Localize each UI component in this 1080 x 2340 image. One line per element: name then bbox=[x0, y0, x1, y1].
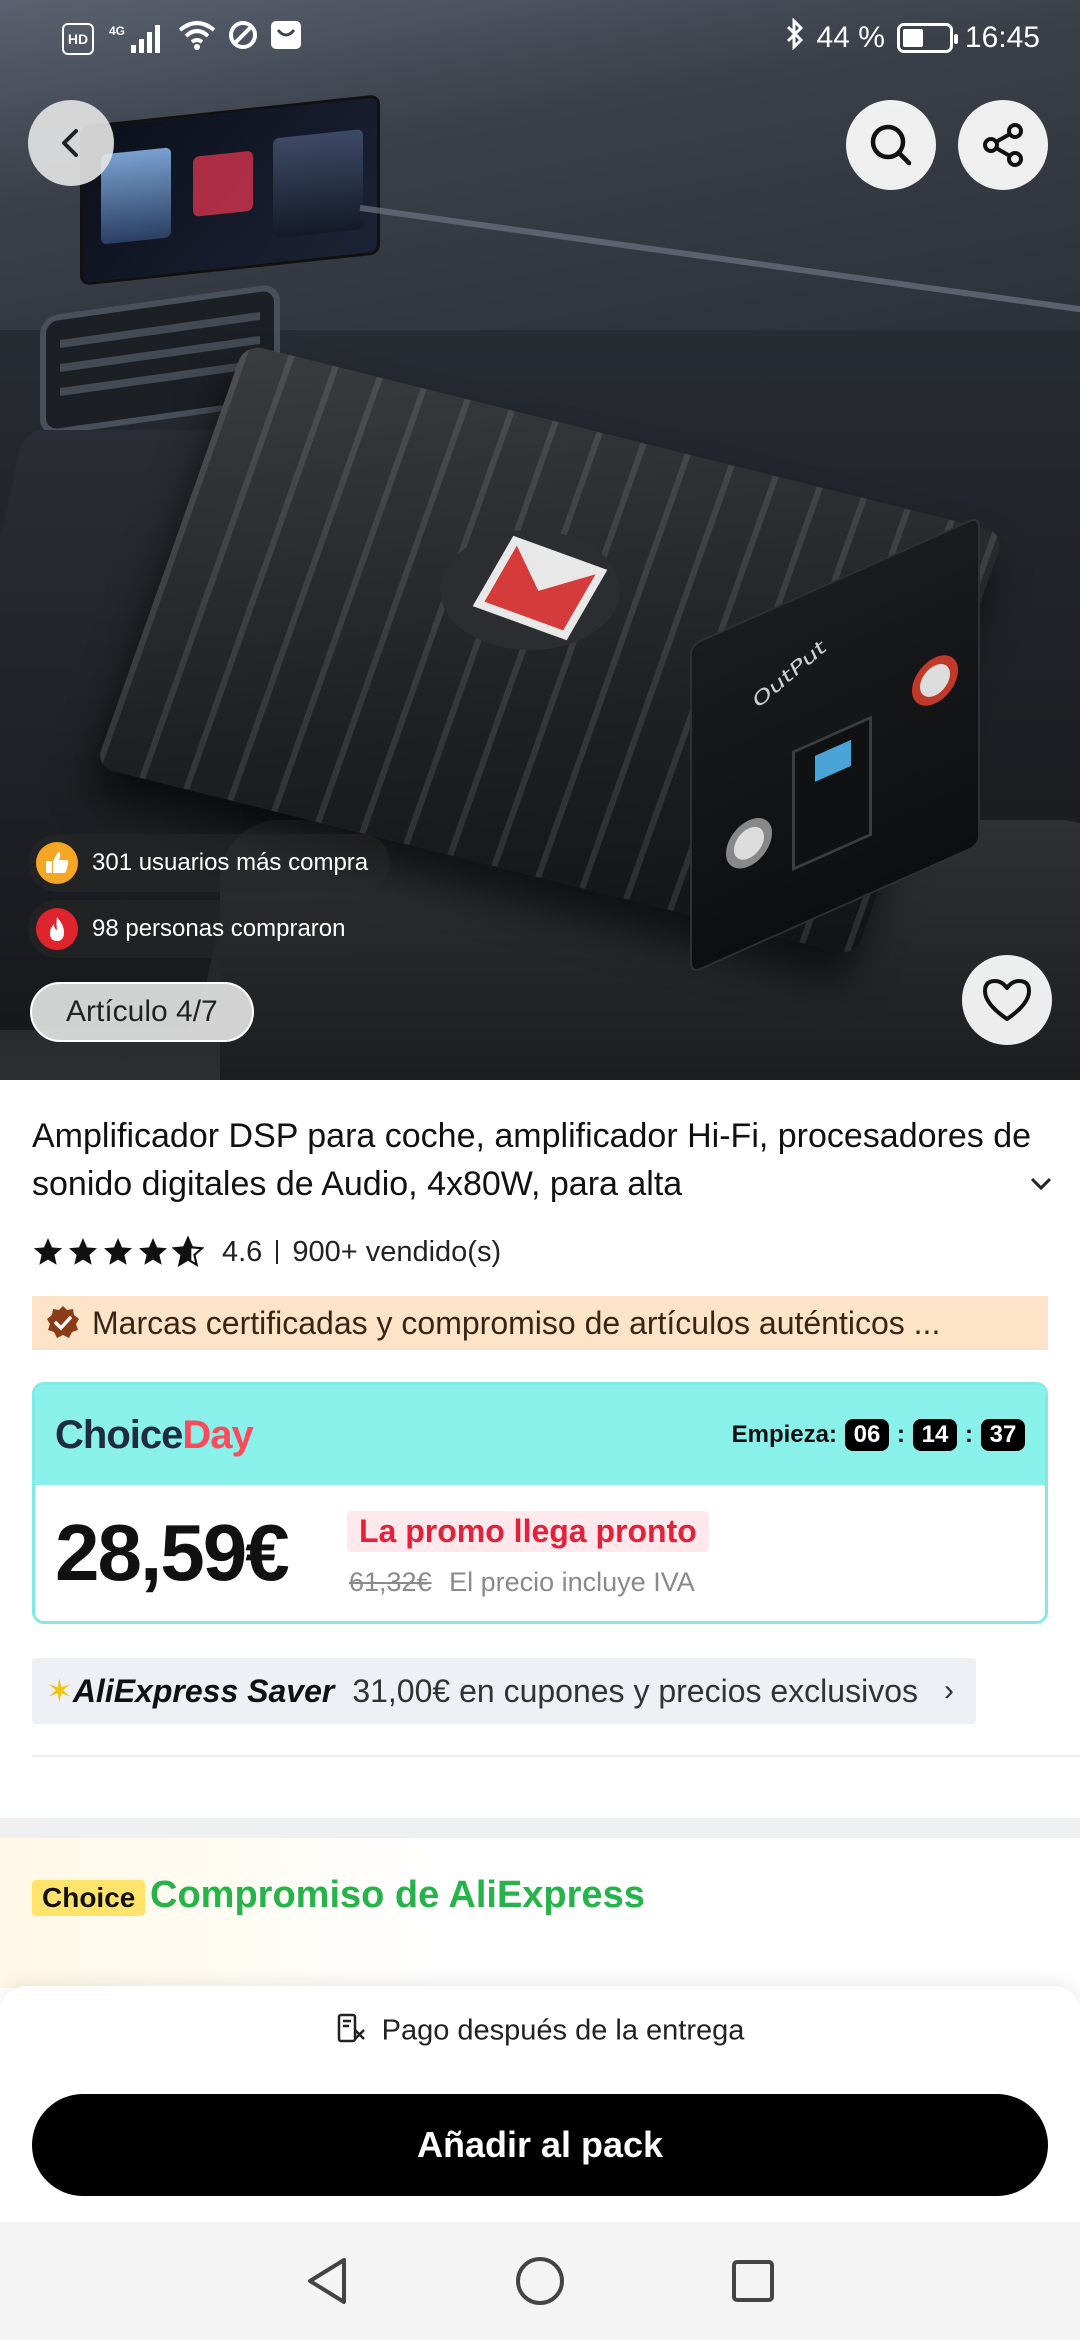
star-icon bbox=[69, 1238, 97, 1265]
chevron-left-icon bbox=[62, 129, 78, 157]
battery-percent: 44 % bbox=[816, 21, 885, 54]
divider bbox=[32, 1755, 1080, 1757]
sync-icon bbox=[228, 20, 258, 58]
heart-icon bbox=[983, 979, 1031, 1021]
aliexpress-saver-banner[interactable]: ✶AliExpress Saver 31,00€ en cupones y pr… bbox=[32, 1658, 976, 1724]
signal-icon: 4G bbox=[106, 23, 166, 55]
nav-back-button[interactable] bbox=[297, 2251, 357, 2311]
battery-icon bbox=[896, 23, 958, 53]
search-icon bbox=[870, 124, 912, 166]
product-title[interactable]: Amplificador DSP para coche, amplificado… bbox=[32, 1112, 1052, 1208]
social-proof-text: 301 usuarios más compra bbox=[92, 849, 369, 876]
countdown-timer: Empieza: 06 : 14 : 37 bbox=[732, 1419, 1025, 1451]
countdown-label: Empieza: bbox=[731, 1421, 837, 1448]
star-rating bbox=[32, 1236, 204, 1268]
pay-on-delivery-icon bbox=[336, 2012, 366, 2052]
star-icon bbox=[104, 1238, 132, 1265]
original-price: 61,32€ bbox=[349, 1567, 432, 1597]
product-title-text: Amplificador DSP para coche, amplificado… bbox=[32, 1117, 1032, 1203]
half-star-icon bbox=[172, 1236, 204, 1268]
choice-day-card[interactable]: ChoiceDay Empieza: 06 : 14 : 37 28,59€ L… bbox=[32, 1382, 1048, 1624]
choice-tag: Choice bbox=[32, 1880, 146, 1916]
wishlist-button[interactable] bbox=[962, 955, 1052, 1045]
car-connection-plug bbox=[792, 715, 872, 872]
aliexpress-commitment-section[interactable]: Choice Compromiso de AliExpress bbox=[0, 1838, 1080, 1988]
certified-brands-banner[interactable]: Marcas certificadas y compromiso de artí… bbox=[32, 1296, 1048, 1350]
promo-badge: La promo llega pronto bbox=[347, 1511, 709, 1552]
certified-text: Marcas certificadas y compromiso de artí… bbox=[92, 1304, 941, 1341]
pay-later-info[interactable]: Pago después de la entrega bbox=[0, 2012, 1080, 2052]
social-proof-buyers: 301 usuarios más compra bbox=[28, 834, 391, 892]
commitment-title: Compromiso de AliExpress bbox=[150, 1874, 645, 1916]
thumbs-up-icon bbox=[36, 842, 78, 884]
aliexpress-saver-logo: ✶AliExpress Saver bbox=[46, 1673, 335, 1709]
choice-day-header: ChoiceDay Empieza: 06 : 14 : 37 bbox=[35, 1385, 1045, 1485]
fire-icon bbox=[36, 908, 78, 950]
countdown-separator: : bbox=[965, 1421, 973, 1448]
saver-text: 31,00€ en cupones y precios exclusivos bbox=[352, 1672, 918, 1709]
product-image-gallery[interactable]: OutPut HD 4G 44 % 16:45 301 usuarios más… bbox=[0, 0, 1080, 1080]
bluetooth-icon bbox=[785, 17, 805, 58]
countdown-minutes: 14 bbox=[913, 1419, 957, 1451]
countdown-separator: : bbox=[897, 1421, 905, 1448]
star-icon bbox=[139, 1238, 167, 1265]
countdown-hours: 06 bbox=[845, 1419, 889, 1451]
hd-icon: HD bbox=[62, 23, 94, 55]
share-icon bbox=[983, 123, 1023, 167]
rca-right-jack bbox=[912, 647, 958, 714]
search-button[interactable] bbox=[846, 100, 936, 190]
bottom-action-bar: Pago después de la entrega Añadir al pac… bbox=[0, 1986, 1080, 2222]
price-block: 28,59€ La promo llega pronto 61,32€ El p… bbox=[35, 1485, 1045, 1621]
separator bbox=[276, 1240, 279, 1264]
dashboard-screen bbox=[80, 94, 380, 286]
app-notification-icon bbox=[270, 20, 302, 58]
social-proof-text: 98 personas compraron bbox=[92, 915, 346, 942]
rating-row[interactable]: 4.6 900+ vendido(s) bbox=[32, 1230, 501, 1274]
chevron-down-icon bbox=[1030, 1177, 1052, 1191]
nav-home-button[interactable] bbox=[510, 2251, 570, 2311]
clock: 16:45 bbox=[964, 21, 1040, 54]
rating-value: 4.6 bbox=[222, 1235, 263, 1268]
amp-output-label: OutPut bbox=[750, 635, 830, 714]
expand-title-button[interactable] bbox=[1012, 1164, 1052, 1204]
share-button[interactable] bbox=[958, 100, 1048, 190]
circle-home-icon bbox=[515, 2257, 564, 2305]
countdown-seconds: 37 bbox=[981, 1419, 1025, 1451]
status-bar: HD 4G 44 % 16:45 bbox=[0, 0, 1080, 74]
square-recents-icon bbox=[732, 2260, 775, 2302]
svg-text:4G: 4G bbox=[109, 24, 125, 38]
wifi-icon bbox=[178, 20, 216, 58]
choice-day-logo: ChoiceDay bbox=[55, 1412, 254, 1457]
sold-count: 900+ vendido(s) bbox=[292, 1235, 502, 1268]
section-gap bbox=[0, 1818, 1080, 1838]
add-to-bundle-button[interactable]: Añadir al pack bbox=[32, 2094, 1048, 2196]
chevron-right-icon: › bbox=[943, 1674, 954, 1707]
verified-badge-icon bbox=[47, 1306, 79, 1338]
tax-note: El precio incluye IVA bbox=[449, 1567, 695, 1597]
price-details: 61,32€ El precio incluye IVA bbox=[349, 1567, 695, 1598]
social-proof-purchases: 98 personas compraron bbox=[28, 900, 368, 958]
back-button[interactable] bbox=[28, 100, 114, 186]
current-price: 28,59€ bbox=[55, 1508, 290, 1597]
pay-later-text: Pago después de la entrega bbox=[381, 2014, 745, 2047]
rca-left-jack bbox=[726, 810, 772, 877]
brand-logo bbox=[430, 530, 630, 660]
system-navigation-bar bbox=[0, 2222, 1080, 2340]
gallery-counter: Artículo 4/7 bbox=[30, 982, 254, 1042]
triangle-back-icon bbox=[307, 2258, 346, 2304]
nav-recents-button[interactable] bbox=[723, 2251, 783, 2311]
star-icon bbox=[34, 1238, 62, 1265]
